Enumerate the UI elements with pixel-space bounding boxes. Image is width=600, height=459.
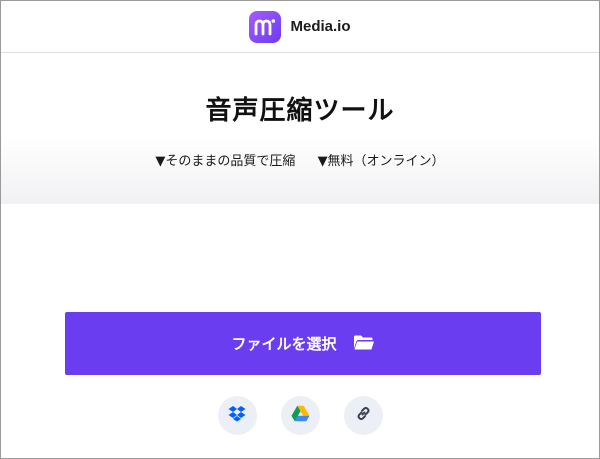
url-link-button[interactable] <box>343 396 383 435</box>
folder-icon <box>353 334 375 354</box>
brand-home-link[interactable]: Media.io <box>249 10 351 43</box>
feature-list: ▼そのままの品質で圧縮 ▼無料（オンライン） <box>1 150 599 169</box>
dropbox-button[interactable] <box>217 396 257 435</box>
top-bar: Media.io <box>1 1 599 53</box>
google-drive-icon <box>291 405 310 426</box>
browser-frame: Media.io 音声圧縮ツール ▼そのままの品質で圧縮 ▼無料（オンライン） … <box>0 0 600 459</box>
select-file-button[interactable]: ファイルを選択 <box>65 312 541 375</box>
feature-quality: ▼そのままの品質で圧縮 <box>155 154 296 169</box>
link-icon <box>355 405 372 426</box>
select-file-label: ファイルを選択 <box>231 335 337 353</box>
upload-source-list <box>1 396 599 436</box>
brand-name: Media.io <box>290 18 351 35</box>
dropbox-icon <box>228 405 246 426</box>
page-title: 音声圧縮ツール <box>205 96 395 126</box>
feature-free-online: ▼無料（オンライン） <box>317 154 445 169</box>
google-drive-button[interactable] <box>280 396 320 435</box>
hero-section: 音声圧縮ツール ▼そのままの品質で圧縮 ▼無料（オンライン） <box>1 54 599 204</box>
media-io-logo-icon <box>249 10 282 43</box>
